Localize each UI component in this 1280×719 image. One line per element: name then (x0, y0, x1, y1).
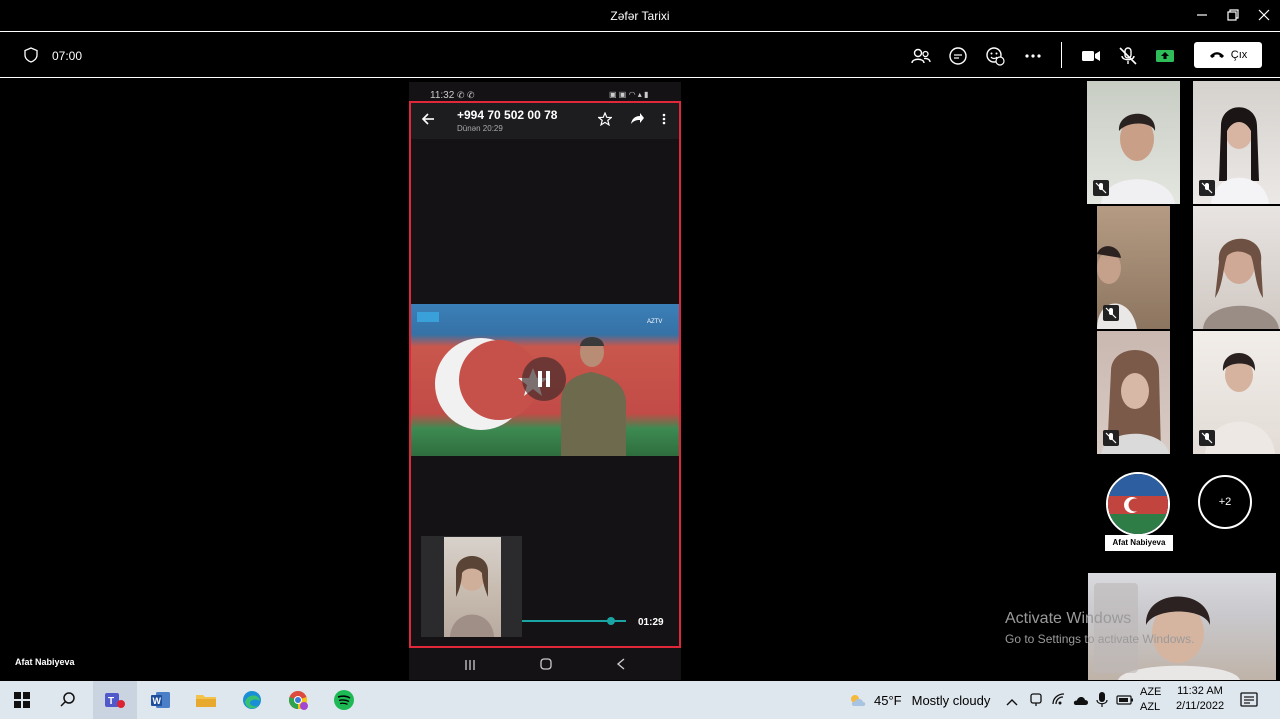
watermark-line2: Go to Settings to activate Windows. (1005, 632, 1195, 646)
back-icon[interactable] (615, 657, 627, 676)
reactions-icon[interactable] (984, 45, 1006, 67)
more-participants-button[interactable]: +2 (1198, 475, 1252, 529)
camera-icon[interactable] (1080, 45, 1102, 67)
mic-muted-icon (1199, 430, 1215, 446)
participant-tile[interactable] (1087, 81, 1180, 204)
presenter-name: Afat Nabiyeva (15, 657, 75, 667)
phone-status-icons: ▣ ▣ ◠ ▴ ▮ (609, 90, 649, 99)
input-language[interactable]: AZE AZL (1140, 685, 1161, 715)
mic-muted-icon (1103, 305, 1119, 321)
restore-icon[interactable] (1221, 6, 1245, 26)
toolbar-divider (1061, 42, 1062, 68)
file-explorer-icon[interactable] (184, 681, 228, 719)
participants-icon[interactable] (910, 45, 932, 67)
microphone-icon[interactable] (1096, 691, 1108, 714)
battery-icon[interactable] (1116, 693, 1134, 711)
chrome-browser-icon[interactable] (276, 681, 320, 719)
edge-browser-icon[interactable] (230, 681, 274, 719)
home-icon[interactable] (539, 657, 553, 676)
word-app-icon[interactable]: W (139, 681, 183, 719)
cloud-sun-icon (851, 695, 866, 706)
close-icon[interactable] (1252, 6, 1276, 26)
phone-status-time: 11:32 (430, 90, 455, 101)
language-code: AZE (1140, 686, 1162, 698)
participant-tile[interactable] (1097, 206, 1170, 329)
phone-status-bar: 11:32 ✆ ✆ ▣ ▣ ◠ ▴ ▮ (409, 82, 681, 102)
chevron-up-icon[interactable] (1006, 694, 1018, 712)
weather-condition: Mostly cloudy (911, 692, 991, 708)
participant-tile[interactable] (1193, 206, 1280, 329)
phone-call-icon: ✆ ✆ (457, 90, 475, 100)
search-icon[interactable] (46, 681, 90, 719)
recent-apps-icon[interactable] (463, 658, 477, 676)
window-title: Zəfər Tarixi (610, 9, 670, 23)
leave-label: Çıx (1230, 49, 1248, 61)
participant-tile[interactable] (1193, 81, 1280, 204)
minimize-icon[interactable] (1190, 6, 1214, 26)
activate-windows-watermark: Activate Windows Go to Settings to activ… (1005, 610, 1194, 646)
more-options-icon[interactable] (1022, 45, 1044, 67)
participant-avatar[interactable] (1106, 472, 1170, 536)
leave-button[interactable]: Çıx (1194, 42, 1262, 68)
svg-text:W: W (153, 696, 162, 706)
mic-muted-icon (1093, 180, 1109, 196)
mic-muted-icon (1103, 430, 1119, 446)
weather-widget[interactable]: 45°F Mostly cloudy (848, 692, 990, 708)
android-nav-bar (411, 650, 679, 678)
clock-date: 2/11/2022 (1175, 700, 1225, 712)
keyboard-layout: AZL (1140, 701, 1161, 713)
teams-app-icon[interactable]: T (93, 681, 137, 719)
title-bar: Zəfər Tarixi (0, 0, 1280, 32)
chat-icon[interactable] (947, 45, 969, 67)
screen-share-frame (409, 101, 681, 648)
hang-up-icon (1209, 52, 1224, 58)
meeting-toolbar: 07:00 Çıx (0, 33, 1280, 78)
spotify-app-icon[interactable] (322, 681, 366, 719)
mic-muted-icon[interactable] (1117, 45, 1139, 67)
system-clock[interactable]: 11:32 AM 2/11/2022 (1170, 685, 1230, 712)
share-screen-icon[interactable] (1154, 45, 1176, 67)
clock-time: 11:32 AM (1177, 685, 1223, 697)
participant-tile[interactable] (1097, 331, 1170, 454)
shield-icon (24, 47, 38, 68)
meet-now-icon[interactable] (1029, 692, 1043, 713)
avatar-name-label: Afat Nabiyeva (1105, 535, 1173, 551)
wifi-icon[interactable] (1051, 692, 1067, 711)
notifications-icon[interactable] (1240, 691, 1258, 714)
svg-text:T: T (108, 696, 114, 707)
mic-muted-icon (1199, 180, 1215, 196)
weather-temperature: 45°F (874, 692, 902, 708)
onedrive-icon[interactable] (1072, 693, 1090, 711)
windows-taskbar: T W 45°F Mostly cloudy AZE AZL 11:32 AM … (0, 681, 1280, 719)
participant-tile[interactable] (1193, 331, 1280, 454)
start-icon[interactable] (0, 681, 44, 719)
meeting-timer: 07:00 (52, 49, 83, 63)
watermark-line1: Activate Windows (1005, 610, 1132, 627)
